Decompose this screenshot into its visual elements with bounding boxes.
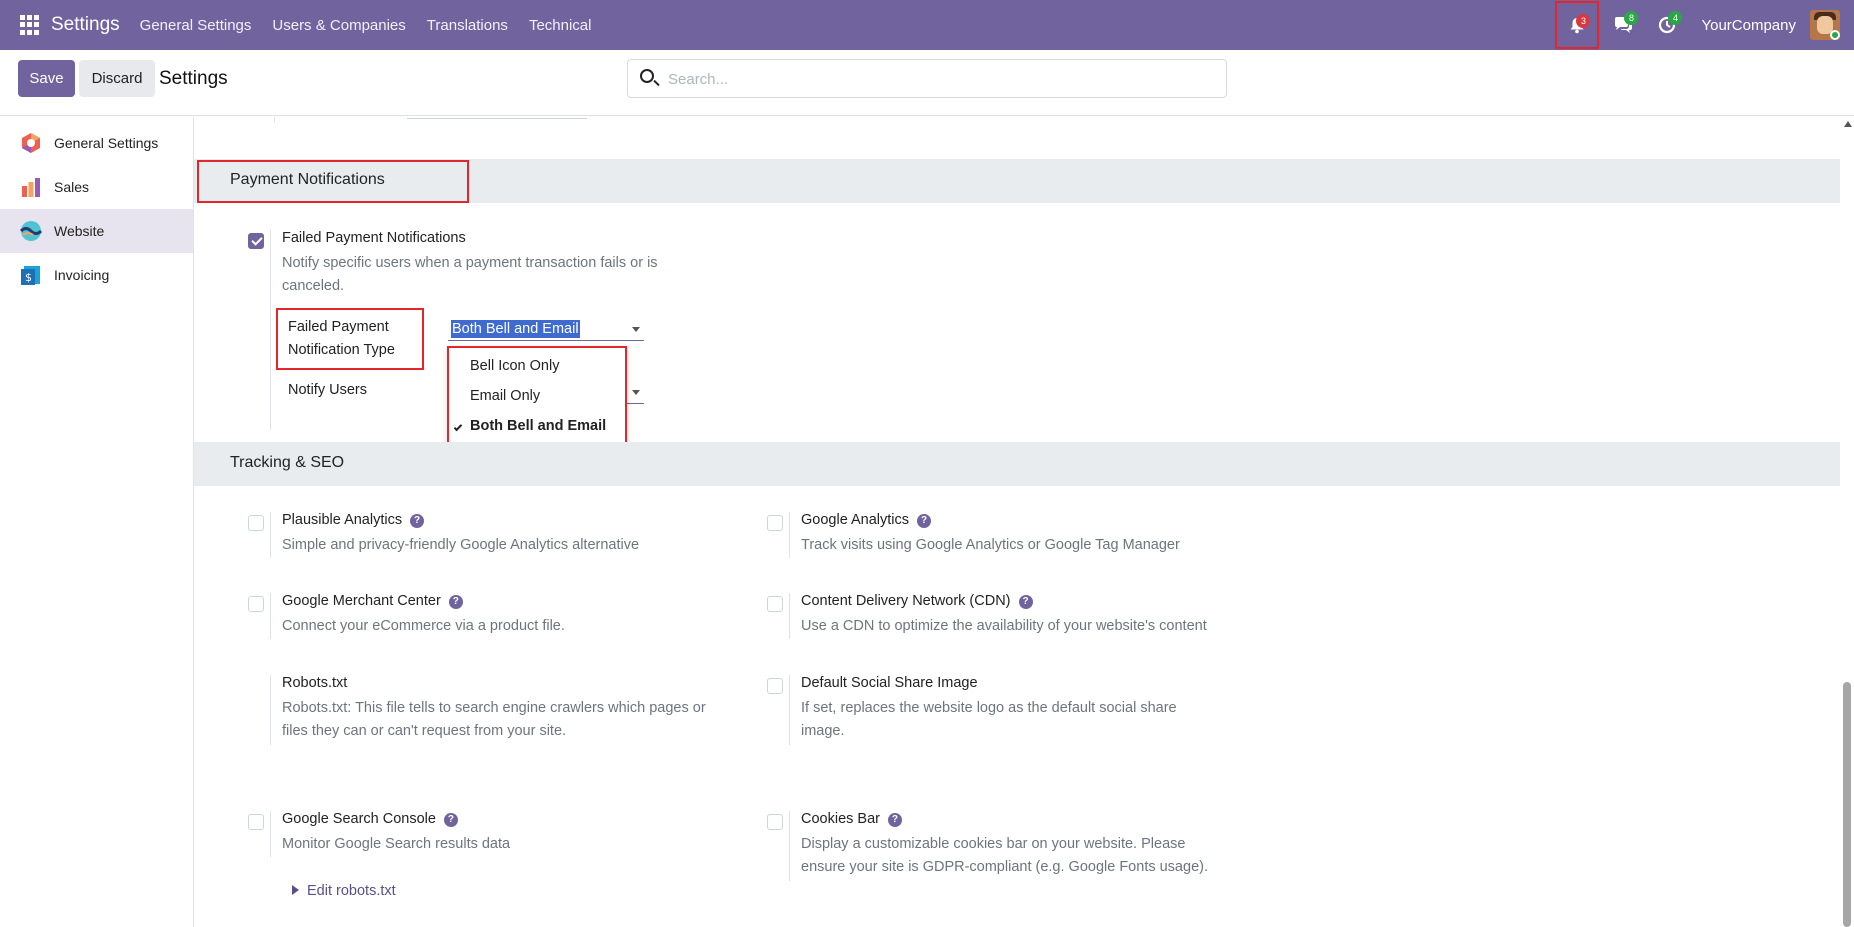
setting-description: Monitor Google Search results data bbox=[282, 836, 511, 852]
arrow-right-icon bbox=[292, 885, 299, 895]
general-settings-icon bbox=[22, 133, 40, 153]
menu-users-companies[interactable]: Users & Companies bbox=[272, 17, 405, 34]
help-icon[interactable]: ? bbox=[887, 813, 902, 827]
apps-menu-icon[interactable] bbox=[20, 15, 40, 35]
setting-description: Use a CDN to optimize the availability o… bbox=[801, 618, 1207, 634]
sidebar-item-sales[interactable]: Sales bbox=[0, 165, 193, 209]
highlight-box bbox=[276, 308, 424, 370]
failed-payment-checkbox[interactable] bbox=[248, 233, 264, 249]
setting-description: Connect your eCommerce via a product fil… bbox=[282, 618, 565, 634]
setting-label: Plausible Analytics? bbox=[282, 512, 425, 528]
company-switcher[interactable]: YourCompany bbox=[1701, 17, 1796, 34]
setting-description: Display a customizable cookies bar on yo… bbox=[801, 836, 1208, 875]
top-navbar: Settings General Settings Users & Compan… bbox=[0, 0, 1854, 50]
vertical-scrollbar[interactable] bbox=[1840, 117, 1854, 927]
sidebar-item-label: Invoicing bbox=[54, 267, 110, 283]
save-button[interactable]: Save bbox=[18, 60, 75, 97]
notification-type-select[interactable]: Both Bell and Email bbox=[448, 317, 644, 341]
setting-label: Robots.txt bbox=[282, 675, 348, 691]
activities-button[interactable]: 4 bbox=[1645, 0, 1689, 50]
cookies-bar-checkbox[interactable] bbox=[767, 814, 783, 830]
activities-count-badge: 4 bbox=[1668, 11, 1683, 25]
google-search-console-checkbox[interactable] bbox=[248, 814, 264, 830]
option-email-only[interactable]: Email Only bbox=[449, 382, 625, 412]
notification-bell-button[interactable]: 3 bbox=[1555, 1, 1600, 49]
setting-label: Content Delivery Network (CDN)? bbox=[801, 593, 1033, 609]
control-panel: Save Discard Settings bbox=[0, 50, 1854, 116]
settings-content: Payment Notifications Failed Payment Not… bbox=[194, 117, 1840, 927]
divider bbox=[270, 230, 271, 430]
menu-translations[interactable]: Translations bbox=[427, 17, 508, 34]
setting-label: Google Merchant Center? bbox=[282, 593, 463, 609]
field-underline bbox=[407, 117, 587, 119]
search-icon bbox=[640, 69, 654, 83]
messages-count-badge: 8 bbox=[1624, 11, 1639, 25]
divider bbox=[270, 512, 271, 558]
search-box[interactable] bbox=[627, 59, 1227, 98]
setting-description: If set, replaces the website logo as the… bbox=[801, 700, 1177, 739]
google-analytics-checkbox[interactable] bbox=[767, 515, 783, 531]
menu-technical[interactable]: Technical bbox=[529, 17, 592, 34]
help-icon[interactable]: ? bbox=[1018, 595, 1033, 609]
settings-sidebar: General Settings Sales Website $ Invoici… bbox=[0, 117, 194, 927]
setting-description: Robots.txt: This file tells to search en… bbox=[282, 700, 706, 739]
notify-users-label: Notify Users bbox=[288, 382, 367, 398]
chevron-down-icon bbox=[632, 327, 640, 332]
setting-description: Notify specific users when a payment tra… bbox=[282, 255, 658, 294]
bell-count-badge: 3 bbox=[1576, 14, 1591, 28]
setting-label: Cookies Bar? bbox=[801, 811, 902, 827]
sidebar-item-label: Website bbox=[54, 223, 105, 239]
invoicing-icon: $ bbox=[21, 266, 40, 285]
divider bbox=[789, 512, 790, 558]
sidebar-item-label: General Settings bbox=[54, 135, 159, 151]
divider bbox=[274, 117, 275, 123]
help-icon[interactable]: ? bbox=[443, 813, 458, 827]
discard-button[interactable]: Discard bbox=[79, 60, 155, 97]
scrollbar-thumb[interactable] bbox=[1843, 682, 1851, 927]
setting-description: Track visits using Google Analytics or G… bbox=[801, 537, 1180, 553]
divider bbox=[789, 593, 790, 639]
sidebar-item-website[interactable]: Website bbox=[0, 209, 193, 253]
search-input[interactable] bbox=[668, 68, 1208, 90]
help-icon[interactable]: ? bbox=[917, 514, 932, 528]
setting-label: Default Social Share Image bbox=[801, 675, 978, 691]
google-merchant-center-checkbox[interactable] bbox=[248, 596, 264, 612]
sidebar-item-invoicing[interactable]: $ Invoicing bbox=[0, 253, 193, 297]
page-title: Settings bbox=[159, 68, 228, 89]
menu-general-settings[interactable]: General Settings bbox=[140, 17, 252, 34]
scroll-up-icon[interactable] bbox=[1844, 121, 1852, 127]
help-icon[interactable]: ? bbox=[410, 514, 425, 528]
sales-icon bbox=[22, 178, 40, 197]
check-icon bbox=[453, 422, 463, 432]
user-avatar[interactable] bbox=[1810, 10, 1840, 40]
systray: 3 8 4 YourCompany bbox=[1555, 0, 1854, 50]
cdn-checkbox[interactable] bbox=[767, 596, 783, 612]
edit-robots-link[interactable]: Edit robots.txt bbox=[292, 883, 396, 899]
website-icon bbox=[20, 221, 42, 241]
sidebar-item-general-settings[interactable]: General Settings bbox=[0, 121, 193, 165]
selected-value: Both Bell and Email bbox=[451, 320, 580, 338]
default-social-share-image-checkbox[interactable] bbox=[767, 678, 783, 694]
messages-button[interactable]: 8 bbox=[1601, 0, 1645, 50]
setting-label: Failed Payment Notifications bbox=[282, 230, 466, 246]
help-icon[interactable]: ? bbox=[448, 595, 463, 609]
setting-label: Google Analytics? bbox=[801, 512, 932, 528]
option-bell-icon-only[interactable]: Bell Icon Only bbox=[449, 352, 625, 382]
sidebar-item-label: Sales bbox=[54, 179, 90, 195]
section-title: Tracking & SEO bbox=[230, 454, 345, 471]
svg-text:$: $ bbox=[25, 271, 32, 284]
plausible-analytics-checkbox[interactable] bbox=[248, 515, 264, 531]
setting-description: Simple and privacy-friendly Google Analy… bbox=[282, 537, 640, 553]
divider bbox=[789, 675, 790, 745]
divider bbox=[270, 593, 271, 639]
divider bbox=[270, 811, 271, 857]
highlight-box bbox=[197, 160, 469, 203]
app-brand[interactable]: Settings bbox=[51, 14, 120, 36]
divider bbox=[789, 811, 790, 881]
setting-label: Google Search Console? bbox=[282, 811, 458, 827]
option-both-bell-and-email[interactable]: Both Bell and Email bbox=[449, 412, 625, 442]
divider bbox=[270, 675, 271, 745]
chevron-down-icon bbox=[632, 390, 640, 395]
tracking-seo-section: Tracking & SEO bbox=[194, 442, 1840, 486]
